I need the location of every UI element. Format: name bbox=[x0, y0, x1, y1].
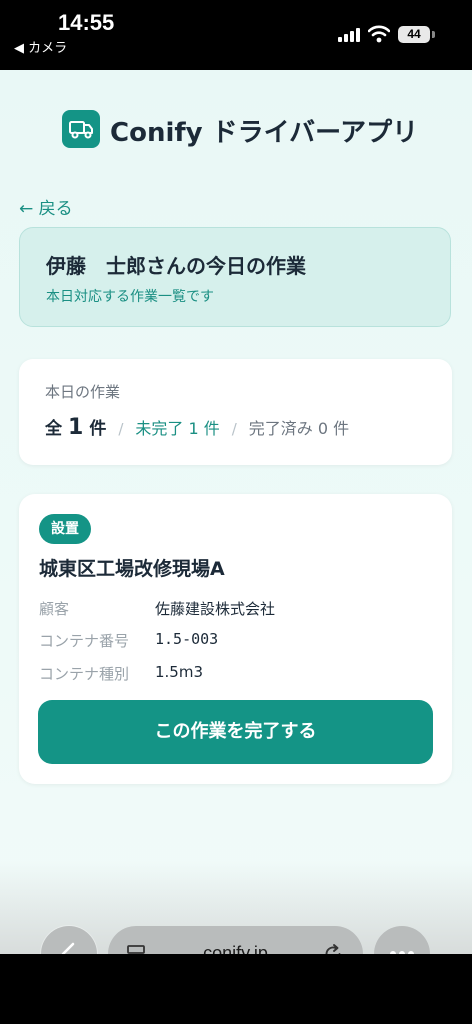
total-prefix: 全 bbox=[45, 419, 62, 439]
back-link[interactable]: ← 戻る bbox=[19, 194, 73, 219]
job-type-badge: 設置 bbox=[39, 514, 91, 544]
total-count: 1 bbox=[68, 415, 84, 440]
welcome-title: 伊藤 士郎さんの今日の作業 bbox=[46, 254, 306, 278]
battery-tip bbox=[432, 31, 435, 38]
welcome-subtitle: 本日対応する作業一覧です bbox=[46, 289, 214, 305]
detail-value: 1.5m3 bbox=[155, 663, 204, 681]
status-bar: 14:55 ◀ カメラ 44 bbox=[0, 0, 472, 70]
status-time: 14:55 bbox=[58, 10, 115, 35]
summary-label: 本日の作業 bbox=[45, 383, 121, 401]
complete-job-button[interactable]: この作業を完了する bbox=[38, 700, 433, 764]
detail-value: 1.5-003 bbox=[155, 630, 219, 648]
app-screen: Conify ドライバーアプリ ← 戻る 伊藤 士郎さんの今日の作業 本日対応す… bbox=[0, 70, 472, 1024]
app-title: Conify ドライバーアプリ bbox=[110, 118, 419, 148]
battery-indicator: 44 bbox=[398, 26, 430, 43]
summary-card: 本日の作業 全 1 件 / 未完了 1 件 / 完了済み 0 件 bbox=[19, 359, 452, 465]
pending-count: 未完了 1 件 bbox=[135, 419, 220, 438]
detail-label: 顧客 bbox=[39, 600, 70, 618]
detail-value: 佐藤建設株式会社 bbox=[155, 600, 276, 618]
total-unit: 件 bbox=[89, 419, 107, 439]
detail-label: コンテナ種別 bbox=[39, 665, 130, 683]
app-header: Conify ドライバーアプリ bbox=[0, 110, 472, 150]
truck-icon bbox=[62, 110, 100, 148]
wifi-icon bbox=[368, 25, 390, 43]
done-count: 完了済み 0 件 bbox=[248, 419, 350, 438]
cellular-signal-icon bbox=[338, 28, 362, 42]
separator: / bbox=[118, 420, 124, 438]
separator: / bbox=[231, 420, 237, 438]
bottom-bezel bbox=[0, 954, 472, 1024]
welcome-card: 伊藤 士郎さんの今日の作業 本日対応する作業一覧です bbox=[19, 227, 451, 327]
job-card: 設置 城東区工場改修現場A 顧客 佐藤建設株式会社 コンテナ番号 1.5-003… bbox=[19, 494, 452, 784]
summary-counts: 全 1 件 / 未完了 1 件 / 完了済み 0 件 bbox=[45, 414, 349, 440]
back-to-app-link[interactable]: ◀ カメラ bbox=[14, 37, 67, 56]
job-title: 城東区工場改修現場A bbox=[39, 558, 225, 580]
detail-label: コンテナ番号 bbox=[39, 632, 130, 650]
